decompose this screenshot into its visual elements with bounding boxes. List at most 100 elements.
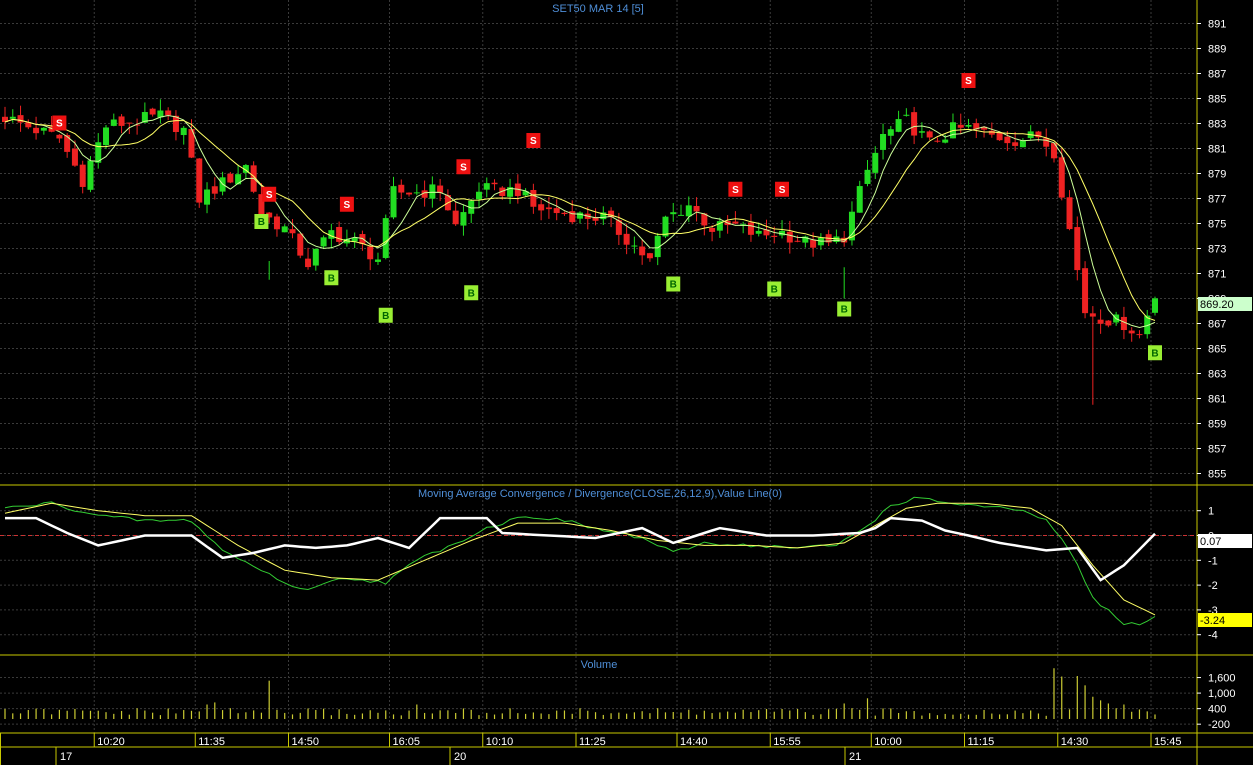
candle-body — [887, 129, 894, 136]
candle-body — [771, 235, 778, 237]
candle-body — [639, 246, 646, 256]
candle-body — [732, 221, 739, 224]
candle-body — [545, 207, 552, 210]
candle-body — [9, 116, 16, 119]
candle-body — [1105, 320, 1112, 326]
volume-tick-label: 400 — [1208, 704, 1226, 716]
macd-value-badge: -3.24 — [1198, 613, 1252, 627]
price-tick-label: 885 — [1208, 94, 1226, 106]
buy-signal-label: B — [670, 280, 677, 291]
candle-body — [40, 127, 47, 131]
buy-signal-label: B — [771, 285, 778, 296]
time-tick-label: 14:40 — [680, 736, 708, 748]
candle-body — [965, 125, 972, 127]
buy-signal-label: B — [258, 217, 265, 228]
time-tick-label: 11:25 — [579, 736, 606, 748]
candle-body — [149, 108, 156, 115]
last-price-badge: 869.20 — [1198, 297, 1252, 311]
value-line-badge: 0.07 — [1198, 534, 1252, 548]
candle-body — [1082, 268, 1089, 314]
macd-value: -3.24 — [1200, 615, 1225, 627]
candle-body — [180, 127, 187, 136]
price-tick-label: 863 — [1208, 369, 1226, 381]
candle-body — [685, 205, 692, 217]
time-tick-label: 14:30 — [1061, 736, 1089, 748]
candle-body — [1058, 157, 1065, 198]
price-tick-label: 875 — [1208, 219, 1226, 231]
candle-body — [786, 231, 793, 243]
sell-signal-label: S — [56, 119, 63, 130]
candle-body — [56, 134, 63, 139]
candle-body — [305, 258, 312, 268]
candle-body — [1128, 330, 1135, 334]
candle-body — [646, 253, 653, 259]
chart-title: SET50 MAR 14 [5] — [552, 3, 644, 15]
time-tick-label: 16:05 — [393, 736, 421, 748]
volume-tick-label: -200 — [1208, 719, 1230, 731]
candle-body — [87, 160, 94, 190]
time-tick-label: 11:35 — [198, 736, 225, 748]
candle-body — [577, 212, 583, 219]
candle-body — [918, 131, 925, 133]
candle-body — [33, 127, 40, 134]
last-price-value: 869.20 — [1200, 299, 1234, 311]
price-tick-label: 859 — [1208, 419, 1226, 431]
macd-tick-label: 1 — [1208, 506, 1214, 518]
candle-body — [670, 212, 677, 215]
candle-body — [79, 164, 86, 187]
candle-body — [227, 173, 234, 183]
candle-body — [988, 130, 995, 135]
candle-body — [165, 110, 172, 116]
buy-signal-label: B — [1151, 348, 1158, 359]
sell-signal-label: S — [344, 200, 351, 211]
sell-signal-label: S — [460, 162, 467, 173]
sell-signal-label: S — [530, 136, 537, 147]
candle-body — [390, 186, 397, 218]
price-tick-label: 877 — [1208, 194, 1226, 206]
candle-body — [126, 122, 133, 124]
candle-body — [483, 183, 490, 190]
candle-body — [235, 174, 242, 185]
candle-body — [895, 119, 902, 132]
candle-body — [957, 124, 964, 128]
candle-body — [289, 229, 296, 234]
candle-body — [1043, 138, 1050, 147]
candle-body — [1012, 142, 1019, 146]
price-tick-label: 865 — [1208, 344, 1226, 356]
macd-tick-label: -1 — [1208, 555, 1218, 567]
time-tick-label: 15:55 — [773, 736, 801, 748]
price-tick-label: 881 — [1208, 144, 1226, 156]
volume-tick-label: 1,600 — [1208, 673, 1236, 685]
candle-body — [693, 205, 700, 212]
volume-tick-label: 1,000 — [1208, 688, 1236, 700]
candle-body — [437, 185, 444, 193]
candle-body — [631, 245, 638, 247]
candle-body — [17, 115, 24, 123]
price-tick-label: 871 — [1208, 269, 1226, 281]
candle-body — [709, 228, 716, 232]
candle-body — [475, 191, 482, 200]
candle-body — [429, 184, 436, 199]
candle-body — [1004, 136, 1011, 144]
price-tick-label: 883 — [1208, 119, 1226, 131]
candle-body — [678, 214, 685, 216]
candle-body — [374, 259, 381, 262]
chart-background — [0, 0, 1253, 765]
macd-tick-label: -2 — [1208, 580, 1218, 592]
time-tick-label: 11:15 — [968, 736, 995, 748]
candle-body — [561, 212, 568, 215]
chart-area: SET50 MAR 14 [5] S S S S S S S S B B B B B B B B 891 889… — [0, 0, 1253, 765]
candle-body — [553, 208, 560, 214]
candle-body — [273, 216, 280, 230]
candle-body — [71, 148, 78, 166]
volume-panel-title: Volume — [581, 659, 618, 671]
candle-body — [320, 237, 327, 247]
candle-body — [747, 222, 754, 235]
candle-body — [856, 186, 863, 213]
time-tick-label: 14:50 — [292, 736, 320, 748]
candle-body — [491, 182, 498, 185]
candle-body — [367, 246, 374, 260]
candle-body — [211, 186, 218, 194]
candle-body — [872, 152, 879, 173]
candle-body — [926, 131, 933, 138]
